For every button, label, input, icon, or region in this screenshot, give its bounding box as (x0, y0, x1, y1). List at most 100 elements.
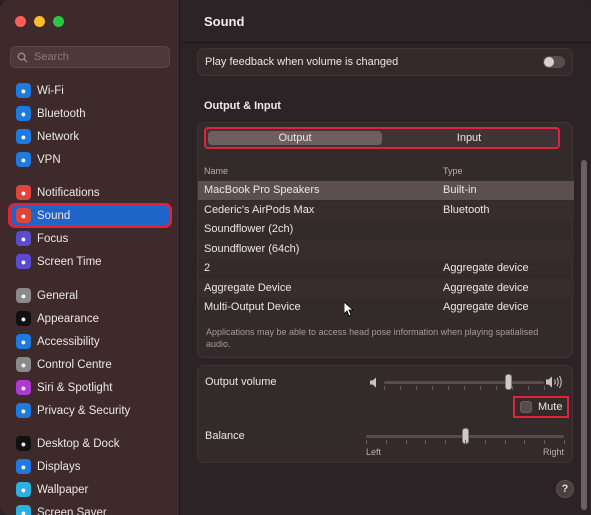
sidebar-item-label: Desktop & Dock (37, 437, 120, 450)
focus-icon: ● (16, 231, 31, 246)
desktop-dock-icon: ● (16, 436, 31, 451)
sidebar-item-label: Screen Saver (37, 506, 107, 515)
sidebar-item-control-centre[interactable]: ● Control Centre (10, 354, 170, 375)
slider-tick (524, 440, 526, 444)
column-type[interactable]: Type (443, 166, 463, 176)
sidebar-item-screen-saver[interactable]: ● Screen Saver (10, 502, 170, 515)
general-icon: ● (16, 288, 31, 303)
slider-tick (496, 386, 497, 390)
tab-output[interactable]: Output (208, 131, 382, 145)
balance-label: Balance (205, 430, 245, 442)
section-heading: Output & Input (204, 100, 281, 112)
sidebar: ● Wi-Fi ● Bluetooth ● Network ● VPN ● Notificatio… (0, 0, 180, 515)
scrollbar[interactable] (581, 160, 587, 510)
column-name[interactable]: Name (204, 166, 228, 176)
sound-icon: ● (16, 208, 31, 223)
close-window-button[interactable] (15, 16, 26, 27)
speaker-low-icon (370, 377, 376, 388)
slider-tick (504, 440, 506, 444)
table-row[interactable]: Multi-Output Device Aggregate device (198, 298, 574, 317)
slider-tick (416, 386, 417, 390)
sidebar-item-privacy-security[interactable]: ● Privacy & Security (10, 400, 170, 421)
sidebar-item-label: Appearance (37, 312, 100, 325)
screen-saver-icon: ● (16, 505, 31, 515)
sidebar-item-desktop-dock[interactable]: ● Desktop & Dock (10, 433, 170, 454)
table-row[interactable]: Soundflower (2ch) (198, 220, 574, 239)
sidebar-item-notifications[interactable]: ● Notifications (10, 182, 170, 203)
sidebar-item-label: Wi-Fi (37, 84, 64, 97)
sidebar-item-label: Displays (37, 460, 81, 473)
network-icon: ● (16, 129, 31, 144)
balance-left-label: Left (366, 447, 382, 457)
sidebar-item-appearance[interactable]: ● Appearance (10, 308, 170, 329)
output-input-card: Output Input Name Type MacBook Pro Speak… (197, 122, 574, 358)
spatial-audio-note: Applications may be able to access head … (206, 327, 539, 349)
minimize-window-button[interactable] (34, 16, 45, 27)
sidebar-item-screen-time[interactable]: ● Screen Time (10, 251, 170, 272)
balance-right-label: Right (543, 447, 565, 457)
accessibility-icon: ● (16, 334, 31, 349)
table-row[interactable]: MacBook Pro Speakers Built-in (198, 181, 574, 200)
bluetooth-icon: ● (16, 106, 31, 121)
device-name: Cederic's AirPods Max (204, 203, 315, 216)
notifications-icon: ● (16, 185, 31, 200)
search-field[interactable] (10, 46, 170, 68)
sidebar-item-wallpaper[interactable]: ● Wallpaper (10, 479, 170, 500)
slider-tick (480, 386, 481, 390)
sidebar-item-label: Siri & Spotlight (37, 381, 113, 394)
sidebar-item-label: General (37, 289, 78, 302)
sidebar-item-bluetooth[interactable]: ● Bluetooth (10, 103, 170, 124)
mouse-cursor-icon (343, 301, 355, 320)
sidebar-item-label: Focus (37, 232, 69, 245)
zoom-window-button[interactable] (53, 16, 64, 27)
table-row[interactable]: Soundflower (64ch) (198, 239, 574, 259)
table-row[interactable]: Aggregate Device Aggregate device (198, 278, 574, 298)
slider-tick (512, 386, 513, 390)
mute-checkbox[interactable]: Mute (513, 396, 569, 418)
sidebar-item-general[interactable]: ● General (10, 285, 170, 306)
device-name: Soundflower (2ch) (204, 223, 294, 235)
sidebar-item-label: Control Centre (37, 358, 112, 371)
slider-tick (405, 440, 407, 444)
tab-input[interactable]: Input (382, 131, 556, 145)
output-volume-label: Output volume (205, 376, 277, 388)
mute-label: Mute (538, 401, 563, 413)
device-type: Aggregate device (443, 281, 529, 294)
sidebar-item-accessibility[interactable]: ● Accessibility (10, 331, 170, 352)
slider-tick (465, 440, 466, 444)
titlebar-divider (181, 42, 591, 43)
help-button[interactable]: ? (556, 480, 574, 498)
sidebar-item-siri-spotlight[interactable]: ● Siri & Spotlight (10, 377, 170, 398)
device-name: 2 (204, 262, 211, 274)
table-row[interactable]: Cederic's AirPods Max Bluetooth (198, 200, 574, 220)
settings-window: ● Wi-Fi ● Bluetooth ● Network ● VPN ● Notificatio… (0, 0, 591, 515)
sidebar-item-sound[interactable]: ● Sound (8, 203, 172, 228)
slider-tick (400, 386, 401, 390)
displays-icon: ● (16, 459, 31, 474)
sidebar-item-vpn[interactable]: ● VPN (10, 149, 170, 170)
main-pane: Sound Play feedback when volume is chang… (181, 0, 591, 515)
output-volume-slider[interactable] (384, 381, 544, 384)
sidebar-item-label: Network (37, 130, 80, 143)
privacy-icon: ● (16, 403, 31, 418)
mute-checkbox-box[interactable] (520, 401, 532, 413)
device-name: Soundflower (64ch) (204, 242, 300, 255)
wallpaper-icon: ● (16, 482, 31, 497)
sidebar-item-displays[interactable]: ● Displays (10, 456, 170, 477)
appearance-icon: ● (16, 311, 31, 326)
slider-tick (366, 440, 367, 444)
slider-tick (564, 440, 565, 444)
feedback-toggle[interactable] (543, 56, 565, 68)
search-icon (17, 52, 28, 62)
table-row[interactable]: 2 Aggregate device (198, 259, 574, 278)
device-type: Built-in (443, 184, 477, 196)
vpn-icon: ● (16, 152, 31, 167)
sidebar-item-focus[interactable]: ● Focus (10, 228, 170, 249)
slider-tick (384, 386, 385, 390)
sidebar-item-label: Privacy & Security (37, 404, 131, 417)
search-input[interactable] (34, 51, 154, 63)
sidebar-item-wi-fi[interactable]: ● Wi-Fi (10, 80, 170, 101)
control-centre-icon: ● (16, 357, 31, 372)
screen-time-icon: ● (16, 254, 31, 269)
sidebar-item-network[interactable]: ● Network (10, 126, 170, 147)
